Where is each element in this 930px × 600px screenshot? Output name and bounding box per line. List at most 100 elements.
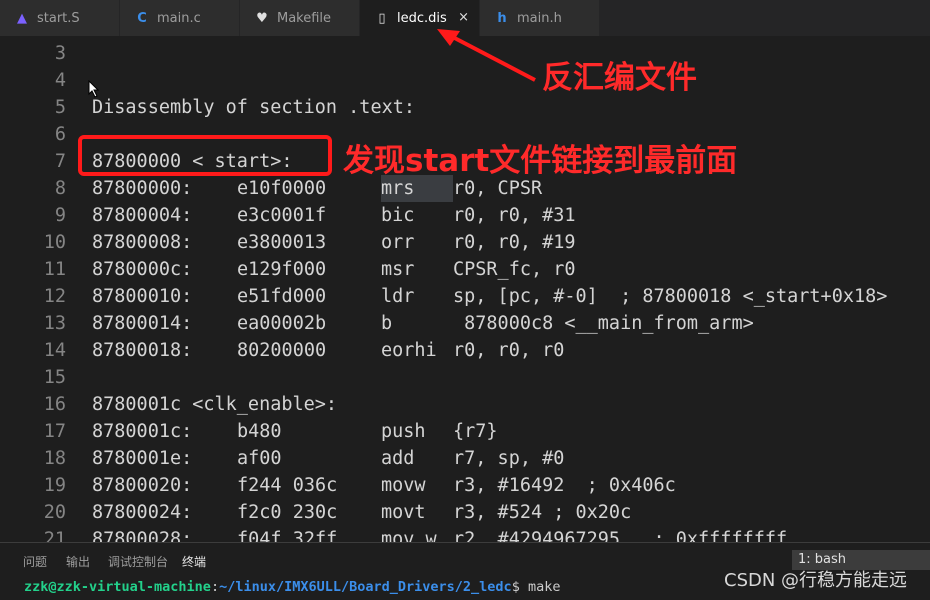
line-number: 3 (54, 43, 66, 64)
code-line[interactable]: 14 87800018: 80200000 eorhi r0, r0, r0 (0, 337, 930, 364)
code-hex: b480 (237, 421, 282, 442)
prompt-user: zzk@zzk-virtual-machine (24, 579, 211, 595)
code-text: 87800024: f2c0 230c movt r3, #524 ; 0x20c (92, 499, 631, 526)
code-line[interactable]: 11 8780000c: e129f000 msr CPSR_fc, r0 (0, 256, 930, 283)
code-hex: 80200000 (237, 340, 327, 361)
code-address: 87800008: (92, 232, 193, 253)
code-hex: f04f 32ff (237, 529, 338, 542)
line-number: 21 (43, 529, 66, 542)
h-icon: h (497, 10, 507, 26)
code-line[interactable]: 5 Disassembly of section .text: (0, 94, 930, 121)
code-hex: af00 (237, 448, 282, 469)
code-hex: f2c0 230c (237, 502, 338, 523)
panel-tab-output[interactable]: 输出 (66, 553, 90, 570)
file-icon: ▯ (378, 10, 386, 26)
code-address: 87800010: (92, 286, 193, 307)
tab-main-c[interactable]: Cmain.c (120, 0, 240, 36)
line-number: 13 (43, 313, 66, 334)
tab-start-s[interactable]: ▲ start.S (0, 0, 120, 36)
line-number: 15 (43, 367, 66, 388)
editor[interactable]: 3 4 5 Disassembly of section .text: 6 7 878000… (0, 36, 930, 542)
code-address: 87800000: (92, 178, 193, 199)
code-text: 8780001c: b480 push {r7} (92, 418, 498, 445)
highlight-box (78, 135, 332, 176)
panel-tab-problems[interactable]: 问题 (23, 553, 47, 570)
code-text: 87800014: ea00002b b 878000c8 <__main_from… (92, 310, 754, 337)
code-line[interactable]: 17 8780001c: b480 push {r7} (0, 418, 930, 445)
line-number: 4 (54, 70, 66, 91)
code-line[interactable]: 9 87800004: e3c0001f bic r0, r0, #31 (0, 202, 930, 229)
code-text: 87800010: e51fd000 ldr sp, [pc, #-0] ; 8780… (92, 283, 887, 310)
code-operands: r0, CPSR (453, 178, 543, 199)
code-address: 87800014: (92, 313, 193, 334)
line-number: 16 (43, 394, 66, 415)
terminal-prompt[interactable]: zzk@zzk-virtual-machine:~/linux/IMX6ULL/… (24, 579, 560, 595)
code-operands: r0, r0, #31 (453, 205, 576, 226)
tab-makefile[interactable]: ♥ Makefile (240, 0, 360, 36)
watermark: CSDN @行稳方能走远 (724, 570, 908, 591)
line-number: 14 (43, 340, 66, 361)
code-address: 8780000c: (92, 259, 193, 280)
line-number: 5 (54, 97, 66, 118)
close-icon[interactable]: × (458, 10, 469, 25)
panel-tab-debug-console[interactable]: 调试控制台 (108, 553, 168, 570)
line-number: 9 (54, 205, 66, 226)
code-address: 87800028: (92, 529, 193, 542)
code-line[interactable]: 3 (0, 40, 930, 67)
tab-label: ledc.dis (397, 10, 447, 26)
line-number: 12 (43, 286, 66, 307)
tab-label: main.c (157, 10, 201, 26)
code-line[interactable]: 18 8780001e: af00 add r7, sp, #0 (0, 445, 930, 472)
code-line[interactable]: 4 (0, 67, 930, 94)
annotation-start-first: 发现start文件链接到最前面 (343, 143, 738, 179)
code-opcode: push (381, 421, 426, 442)
code-operands: r3, #16492 ; 0x406c (453, 475, 676, 496)
prompt-path: ~/linux/IMX6ULL/Board_Drivers/2_ledc (219, 579, 512, 595)
code-opcode: b (381, 313, 393, 334)
line-number: 19 (43, 475, 66, 496)
asm-icon: ▲ (17, 10, 27, 26)
code-hex: e3800013 (237, 232, 327, 253)
code-text: Disassembly of section .text: (92, 97, 416, 118)
code-operands: CPSR_fc, r0 (453, 259, 576, 280)
code-opcode: movw (381, 475, 426, 496)
code-opcode: mov.w (381, 529, 437, 542)
prompt-command: $ make (511, 579, 561, 595)
code-line[interactable]: 13 87800014: ea00002b b 878000c8 <__main_fr… (0, 310, 930, 337)
code-address: 8780001e: (92, 448, 193, 469)
code-line[interactable]: 10 87800008: e3800013 orr r0, r0, #19 (0, 229, 930, 256)
tab-label: Makefile (277, 10, 332, 26)
panel-tab-terminal[interactable]: 终端 (182, 553, 206, 570)
line-number: 11 (43, 259, 66, 280)
code-address: 87800020: (92, 475, 193, 496)
code-text: 87800020: f244 036c movw r3, #16492 ; 0x406… (92, 472, 676, 499)
code-text: 8780001e: af00 add r7, sp, #0 (92, 445, 564, 472)
code-text: 8780001c <clk_enable>: (92, 394, 338, 415)
code-line[interactable]: 20 87800024: f2c0 230c movt r3, #524 ; 0x20c (0, 499, 930, 526)
code-operands: r7, sp, #0 (453, 448, 565, 469)
code-hex: e3c0001f (237, 205, 327, 226)
tab-ledc-dis[interactable]: ▯ ledc.dis × (360, 0, 480, 36)
line-number: 20 (43, 502, 66, 523)
code-line[interactable]: 15 (0, 364, 930, 391)
line-number: 6 (54, 124, 66, 145)
code-hex: e51fd000 (237, 286, 327, 307)
line-number: 10 (43, 232, 66, 253)
code-line[interactable]: 19 87800020: f244 036c movw r3, #16492 ; 0x4… (0, 472, 930, 499)
code-line[interactable]: 21 87800028: f04f 32ff mov.w r2, #4294967295… (0, 526, 930, 542)
tab-main-h[interactable]: h main.h (480, 0, 600, 36)
code-line[interactable]: 12 87800010: e51fd000 ldr sp, [pc, #-0] ; 87… (0, 283, 930, 310)
code-opcode: ldr (381, 286, 415, 307)
code-operands: 878000c8 <__main_from_arm> (453, 313, 754, 334)
line-number: 8 (54, 178, 66, 199)
line-number: 7 (54, 151, 66, 172)
code-line[interactable]: 16 8780001c <clk_enable>: (0, 391, 930, 418)
code-opcode: eorhi (381, 340, 437, 361)
code-opcode: add (381, 448, 415, 469)
code-opcode: msr (381, 259, 415, 280)
code-hex: ea00002b (237, 313, 327, 334)
code-opcode: movt (381, 502, 426, 523)
tab-label: main.h (517, 10, 562, 26)
code-opcode: bic (381, 205, 415, 226)
code-operands: r2, #4294967295 ; 0xffffffff (453, 529, 788, 542)
